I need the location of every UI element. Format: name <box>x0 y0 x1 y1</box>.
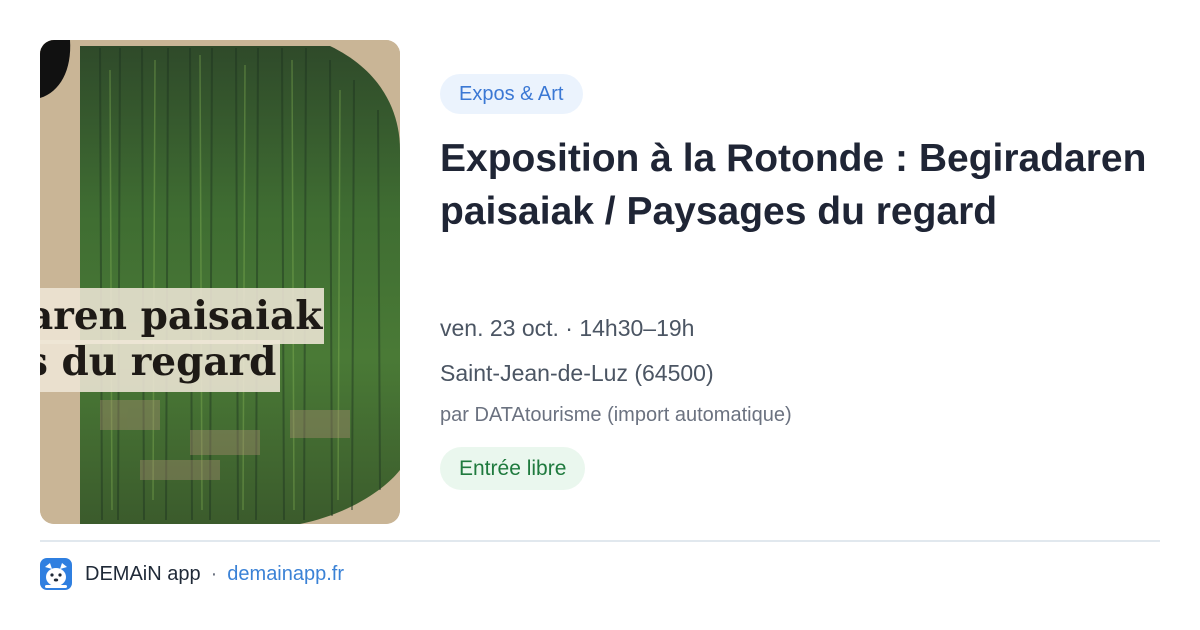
event-datetime: ven. 23 oct. · 14h30–19h <box>440 315 695 341</box>
footer-separator: · <box>210 562 218 585</box>
category-chip[interactable]: Expos & Art <box>440 74 583 114</box>
footer: DEMAiN app · demainapp.fr <box>40 557 344 591</box>
price-badge: Entrée libre <box>440 447 586 490</box>
app-url-link[interactable]: demainapp.fr <box>227 563 344 586</box>
event-image-card[interactable]: aren paisaiak s du regard <box>40 40 400 524</box>
poster-title-line1: aren paisaiak <box>40 288 324 344</box>
divider <box>40 540 1160 542</box>
poster-title-line2: s du regard <box>40 340 280 392</box>
poster-painting <box>40 40 400 524</box>
event-title[interactable]: Exposition à la Rotonde : Begiradaren pa… <box>440 132 1160 238</box>
app-name: DEMAiN app <box>85 562 201 585</box>
event-source: par DATAtourisme (import automatique) <box>440 404 792 426</box>
dog-mascot-icon <box>40 558 72 590</box>
event-location: Saint-Jean-de-Luz (64500) <box>440 360 714 386</box>
